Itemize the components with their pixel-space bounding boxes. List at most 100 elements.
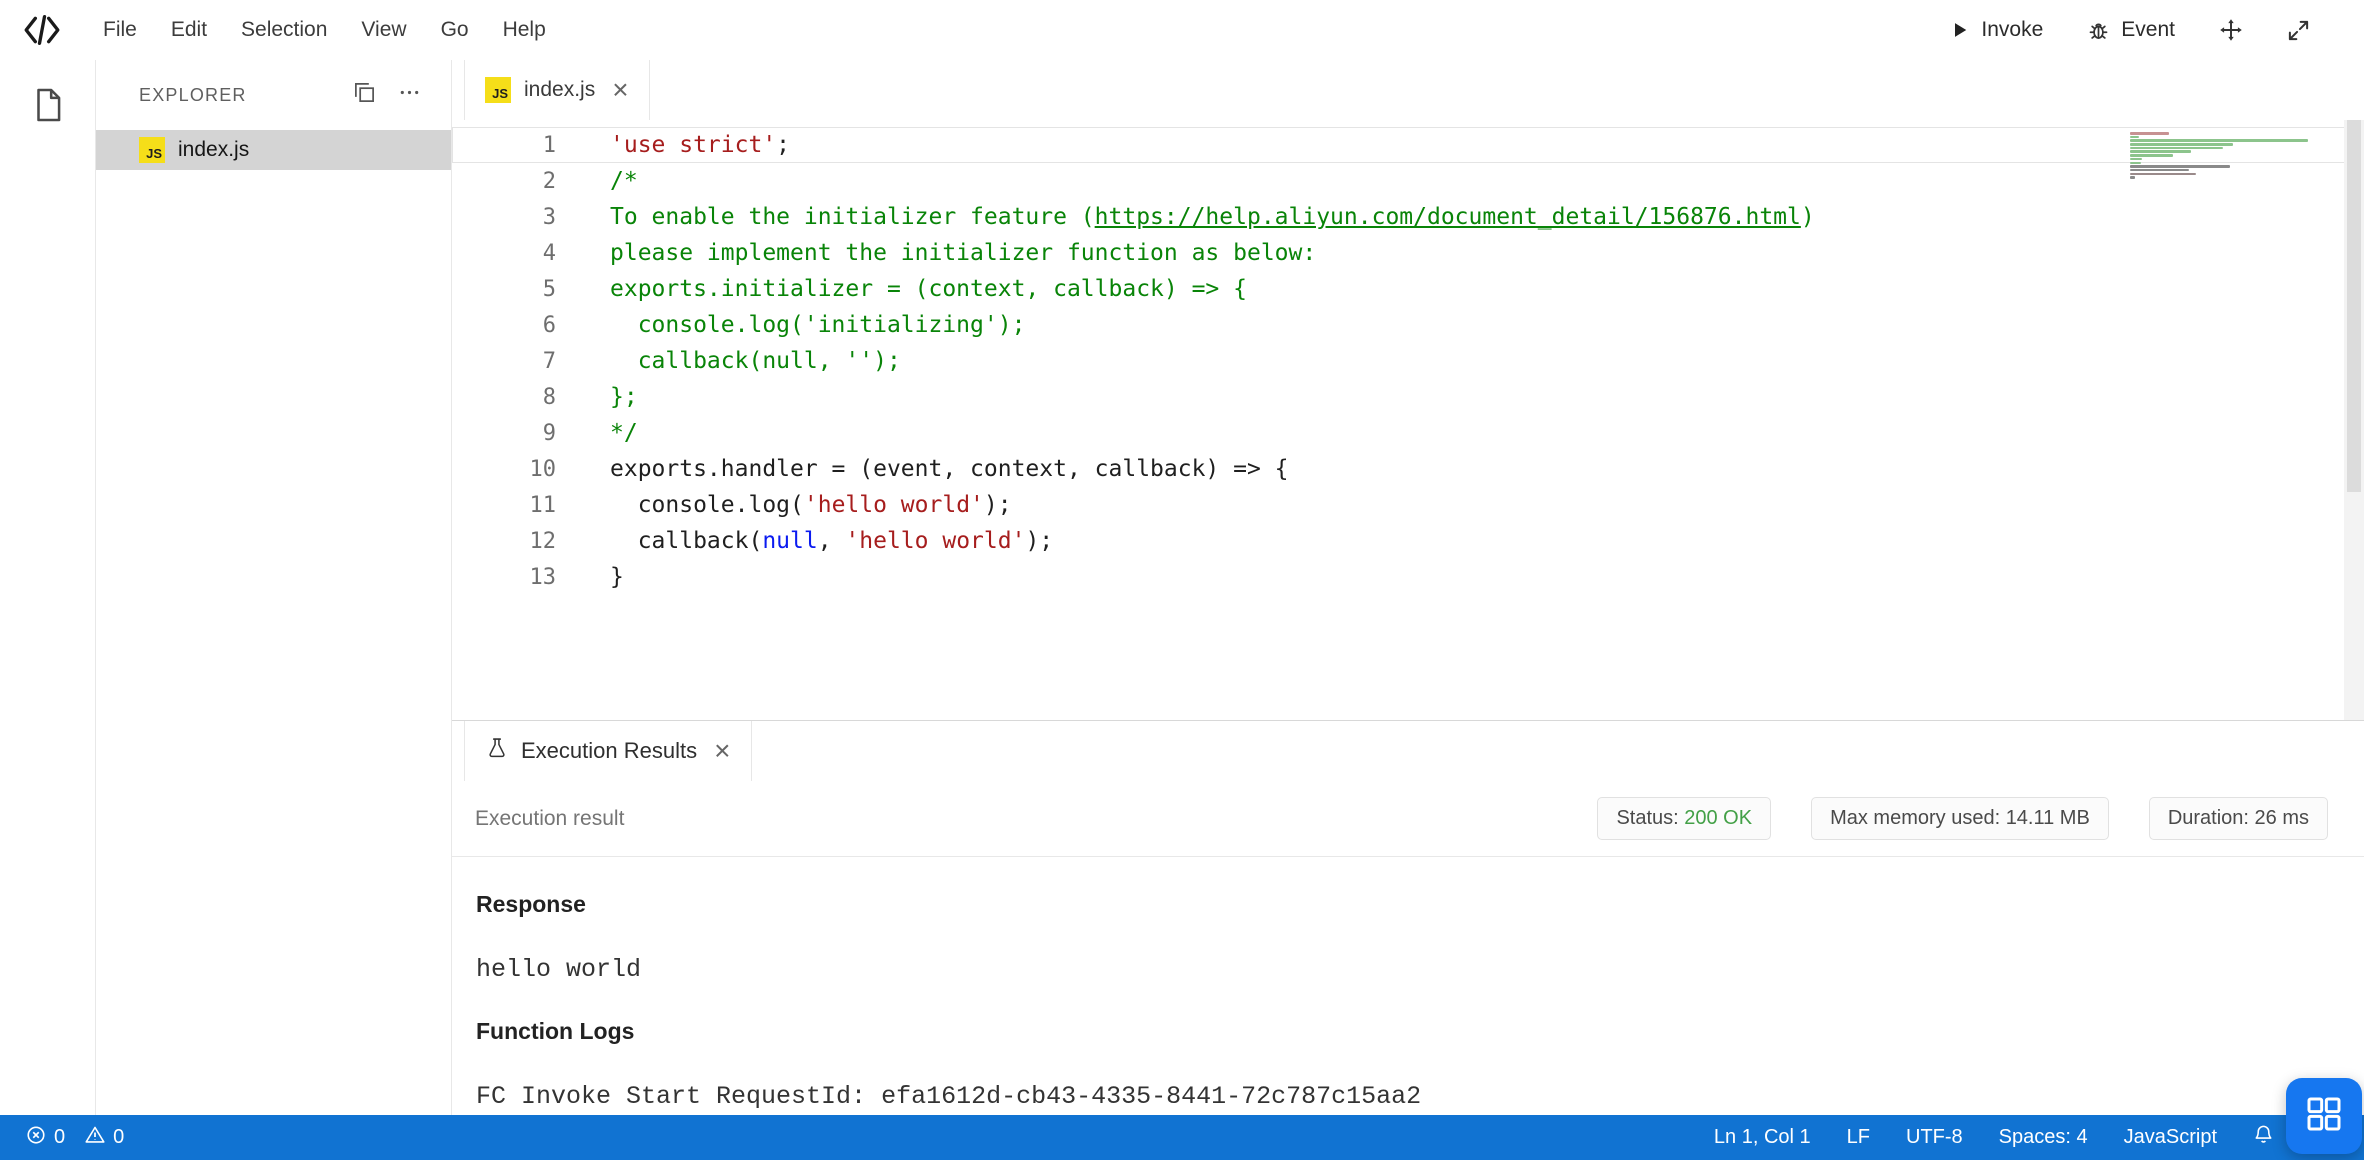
execution-output: Responsehello worldFunction LogsFC Invok… [452,857,2364,1115]
line-number: 7 [452,349,556,374]
panel-close-icon[interactable]: × [714,737,730,765]
error-icon [26,1125,46,1151]
line-text: } [556,564,624,590]
statusbar-cursor-position[interactable]: Ln 1, Col 1 [1714,1126,1811,1149]
menu-view[interactable]: View [344,0,423,60]
editor-scrollbar[interactable] [2344,120,2364,720]
tab-execution-results[interactable]: Execution Results × [464,721,752,781]
code-editor[interactable]: 1'use strict';2/*3To enable the initiali… [452,120,2364,720]
play-icon [1950,20,1970,40]
line-text: console.log('initializing'); [556,312,1025,338]
grid-icon [2304,1094,2344,1139]
menu-selection[interactable]: Selection [224,0,344,60]
line-number: 10 [452,457,556,482]
code-line[interactable]: 4please implement the initializer functi… [452,235,2364,271]
menu-help[interactable]: Help [486,0,563,60]
section-body-function-logs: FC Invoke Start RequestId: efa1612d-cb43… [476,1082,2340,1111]
code-line[interactable]: 12 callback(null, 'hello world'); [452,523,2364,559]
line-text: exports.initializer = (context, callback… [556,276,1247,302]
execution-result-label: Execution result [475,807,624,831]
code-line[interactable]: 11 console.log('hello world'); [452,487,2364,523]
line-number: 6 [452,313,556,338]
panel-tab-label: Execution Results [521,738,697,764]
code-line[interactable]: 3To enable the initializer feature (http… [452,199,2364,235]
activity-bar [0,60,96,1115]
code-line[interactable]: 9*/ [452,415,2364,451]
event-button[interactable]: Event [2087,18,2175,42]
code-line[interactable]: 7 callback(null, ''); [452,343,2364,379]
warnings-count: 0 [113,1126,124,1149]
line-text: */ [556,420,638,446]
execution-result-header: Execution result Status: 200 OK Max memor… [452,781,2364,857]
invoke-button[interactable]: Invoke [1950,18,2043,42]
line-text: console.log('hello world'); [556,492,1012,518]
line-number: 4 [452,241,556,266]
menu-bar: FileEditSelectionViewGoHelp Invoke Event [0,0,2364,60]
status-bar: 0 0 Ln 1, Col 1 LF UTF-8 Spaces: 4 JavaScrip… [0,1115,2364,1160]
statusbar-encoding[interactable]: UTF-8 [1906,1126,1963,1149]
metric-status: Status: 200 OK [1597,797,1771,840]
menu-edit[interactable]: Edit [154,0,224,60]
event-label: Event [2121,18,2175,42]
line-text: callback(null, 'hello world'); [556,528,1053,554]
explorer-sidebar: EXPLORER JS index.js [96,60,452,1115]
statusbar-language-mode[interactable]: JavaScript [2124,1126,2217,1149]
line-text: 'use strict'; [556,132,790,158]
line-number: 13 [452,565,556,590]
line-text: callback(null, ''); [556,348,901,374]
file-item-label: index.js [178,138,249,162]
console-grid-button[interactable] [2286,1078,2362,1154]
code-line[interactable]: 8}; [452,379,2364,415]
warnings-indicator[interactable]: 0 [85,1125,124,1151]
statusbar-indentation[interactable]: Spaces: 4 [1999,1126,2088,1149]
execution-metrics: Status: 200 OK Max memory used: 14.11 MB D… [1597,797,2328,840]
tab-indexjs[interactable]: JS index.js × [464,60,650,120]
statusbar-eol-sequence[interactable]: LF [1847,1126,1870,1149]
line-number: 11 [452,493,556,518]
metric-memory: Max memory used: 14.11 MB [1811,797,2109,840]
warning-icon [85,1125,105,1151]
line-number: 3 [452,205,556,230]
move-icon[interactable] [2219,18,2243,42]
tab-label: index.js [524,78,595,102]
js-file-icon: JS [139,137,165,163]
code-line[interactable]: 10exports.handler = (event, context, cal… [452,451,2364,487]
line-number: 8 [452,385,556,410]
main-menus: FileEditSelectionViewGoHelp [86,0,563,60]
menu-go[interactable]: Go [424,0,486,60]
line-number: 12 [452,529,556,554]
tab-close-icon[interactable]: × [612,76,628,104]
expand-icon[interactable] [2287,19,2310,42]
toolbar-actions: Invoke Event [1950,18,2310,42]
line-number: 2 [452,169,556,194]
js-file-icon: JS [485,77,511,103]
bug-icon [2087,19,2110,42]
code-line[interactable]: 1'use strict'; [452,127,2364,163]
section-title-response: Response [476,891,2340,918]
line-number: 5 [452,277,556,302]
bell-icon[interactable] [2253,1124,2274,1151]
ide-window: FileEditSelectionViewGoHelp Invoke Event [0,0,2364,1160]
file-item-indexjs[interactable]: JS index.js [96,130,451,170]
line-text: }; [556,384,638,410]
explorer-view-icon[interactable] [29,86,67,129]
line-text: exports.handler = (event, context, callb… [556,456,1289,482]
code-line[interactable]: 5exports.initializer = (context, callbac… [452,271,2364,307]
line-text: /* [556,168,638,194]
section-body-response: hello world [476,955,2340,984]
code-line[interactable]: 2/* [452,163,2364,199]
menu-file[interactable]: File [86,0,154,60]
beaker-icon [486,737,508,765]
line-number: 1 [452,133,556,158]
code-line[interactable]: 6 console.log('initializing'); [452,307,2364,343]
errors-indicator[interactable]: 0 [26,1125,65,1151]
editor-layout-icon[interactable] [353,81,376,109]
more-actions-icon[interactable] [398,81,421,109]
minimap[interactable] [2130,132,2308,180]
app-logo-icon[interactable] [22,10,62,50]
editor-tab-bar: JS index.js × [452,60,2364,120]
metric-duration: Duration: 26 ms [2149,797,2328,840]
line-text: please implement the initializer functio… [556,240,1316,266]
line-text: To enable the initializer feature (https… [556,204,1815,230]
code-line[interactable]: 13} [452,559,2364,595]
